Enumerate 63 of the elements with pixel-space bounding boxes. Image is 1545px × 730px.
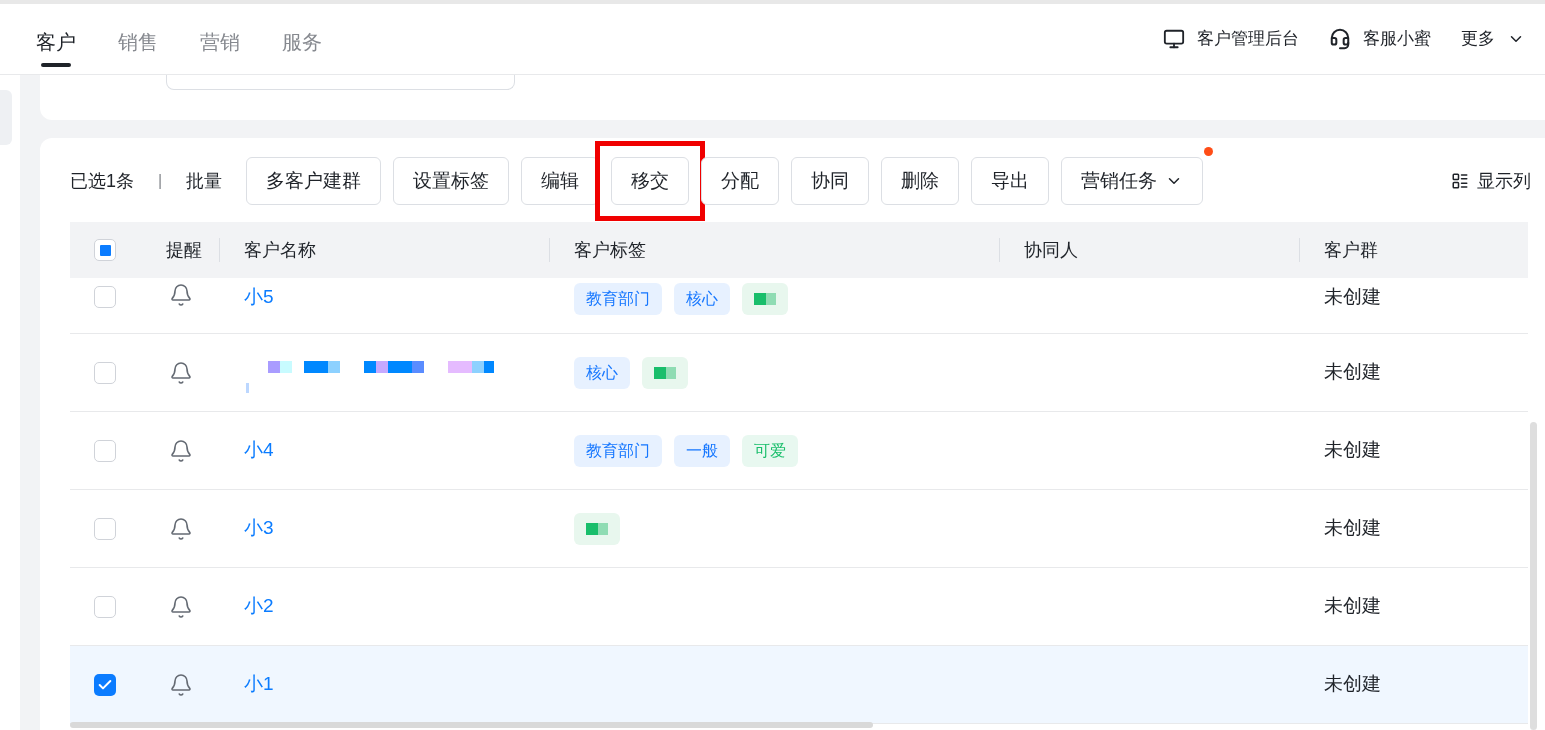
bell-icon[interactable] [169, 672, 193, 697]
checkbox[interactable] [94, 286, 116, 308]
tag: 教育部门 [574, 283, 662, 315]
bell-icon[interactable] [169, 516, 193, 541]
toolbar-button[interactable]: 营销任务 [1061, 157, 1204, 205]
table-cell: 未创建 [1324, 517, 1381, 539]
table-cell: 未创建 [1324, 595, 1381, 617]
nav-link[interactable]: 更多 [1461, 26, 1525, 52]
customer-name-link[interactable]: 小5 [244, 283, 274, 312]
table-cell: 未创建 [1324, 439, 1381, 461]
checkbox[interactable] [94, 439, 116, 462]
customer-name-link[interactable]: 小1 [244, 670, 274, 699]
input-field[interactable] [166, 75, 515, 90]
pixelated-redaction [742, 283, 788, 315]
tag: 核心 [574, 356, 630, 389]
customer-name-link[interactable]: 小3 [244, 514, 274, 543]
column-header: 客户群 [1324, 238, 1378, 262]
tag: 核心 [674, 283, 730, 315]
nav-tab[interactable]: 销售 [118, 4, 158, 74]
nav-link[interactable]: 客服小蜜 [1329, 26, 1431, 52]
bell-icon[interactable] [169, 438, 193, 463]
column-header: 客户名称 [244, 238, 316, 262]
checkbox[interactable] [94, 517, 116, 540]
toolbar-button[interactable]: 协同 [791, 157, 870, 205]
toolbar-button[interactable]: 设置标签 [393, 157, 510, 205]
nav-tab[interactable]: 服务 [282, 4, 322, 74]
table-cell: 未创建 [1324, 673, 1381, 695]
checkbox[interactable] [94, 361, 116, 384]
table-cell: 未创建 [1324, 361, 1381, 383]
batch-label: 批量 [186, 169, 223, 193]
checkbox[interactable] [94, 673, 116, 696]
monitor-icon [1163, 28, 1185, 50]
tag: 教育部门 [574, 434, 662, 467]
pixelated-redaction [642, 356, 688, 389]
tag: 一般 [674, 434, 730, 467]
bell-icon[interactable] [169, 283, 193, 307]
nav-link[interactable]: 客户管理后台 [1163, 26, 1299, 52]
toolbar-button[interactable]: 删除 [881, 157, 960, 205]
customer-name-link[interactable]: 小4 [244, 436, 274, 465]
bell-icon[interactable] [169, 594, 193, 619]
columns-button[interactable]: 显示列 [1451, 167, 1531, 195]
checkbox[interactable] [94, 239, 116, 261]
tag: 可爱 [742, 434, 798, 467]
headset-icon [1329, 28, 1351, 50]
table-cell: 未创建 [1324, 286, 1381, 307]
separator: | [158, 171, 163, 191]
toolbar-button[interactable]: 导出 [971, 157, 1050, 205]
list-icon [1451, 172, 1469, 190]
vertical-scrollbar[interactable] [1530, 422, 1537, 730]
column-header: 提醒 [166, 238, 202, 262]
column-header: 协同人 [1024, 238, 1078, 262]
toolbar-button[interactable]: 分配 [701, 157, 780, 205]
pixelated-redaction [574, 512, 620, 545]
nav-tab[interactable]: 营销 [200, 4, 240, 74]
column-header: 客户标签 [574, 238, 646, 262]
bell-icon[interactable] [169, 360, 193, 385]
customer-name-link[interactable]: 小2 [244, 592, 274, 621]
selection-count: 已选1条 [70, 169, 134, 193]
toolbar-button[interactable]: 多客户建群 [246, 157, 382, 205]
nav-tab[interactable]: 客户 [36, 4, 76, 74]
checkbox[interactable] [94, 595, 116, 618]
horizontal-scrollbar[interactable] [70, 722, 873, 728]
toolbar-button[interactable]: 移交 [611, 157, 690, 205]
